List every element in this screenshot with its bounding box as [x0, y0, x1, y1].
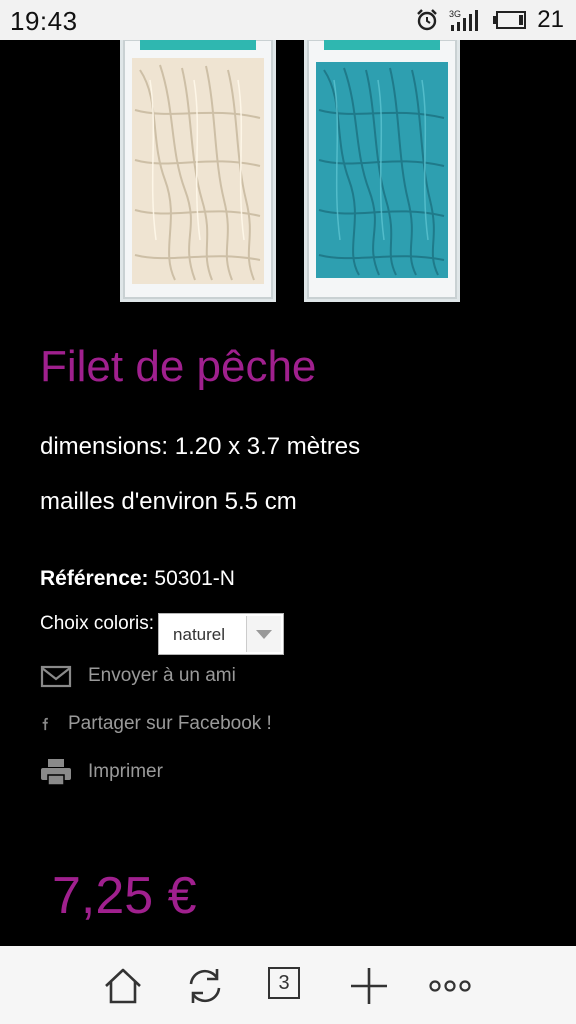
print-link[interactable]: Imprimer: [40, 758, 163, 786]
product-image-blue[interactable]: [304, 40, 460, 302]
add-icon[interactable]: [347, 964, 391, 1008]
chevron-down-icon: [256, 630, 273, 639]
product-dimensions: dimensions: 1.20 x 3.7 mètres: [40, 433, 361, 460]
share-facebook-link[interactable]: Partager sur Facebook !: [40, 710, 272, 738]
tabs-count: 3: [268, 967, 300, 999]
refresh-icon[interactable]: [183, 964, 227, 1008]
color-select-value: naturel: [173, 625, 226, 644]
reference-value: 50301-N: [154, 567, 235, 590]
color-select[interactable]: naturel: [158, 613, 285, 655]
product-image-area: [0, 40, 576, 320]
status-bar: 19:43 3G 21: [0, 0, 576, 40]
send-to-friend-link[interactable]: Envoyer à un ami: [40, 662, 236, 690]
product-mesh-size: mailles d'environ 5.5 cm: [40, 488, 297, 515]
signal-icon: 3G: [449, 9, 479, 31]
envelope-icon: [40, 665, 72, 688]
battery-icon: [493, 11, 527, 29]
reference-label: Référence:: [40, 567, 149, 590]
home-icon[interactable]: [101, 964, 145, 1008]
browser-bottom-bar: 3: [0, 946, 576, 1024]
product-price: 7,25 €: [52, 867, 197, 925]
alarm-icon: [417, 9, 438, 31]
more-icon[interactable]: [428, 964, 472, 1008]
product-reference: Référence: 50301-N: [40, 567, 235, 591]
product-title: Filet de pêche: [40, 342, 317, 391]
send-to-friend-label: Envoyer à un ami: [88, 665, 236, 686]
color-choice: Choix coloris: naturel: [40, 613, 285, 655]
printer-icon: [41, 759, 71, 786]
dropdown-arrow[interactable]: [246, 616, 282, 652]
print-label: Imprimer: [88, 761, 163, 782]
status-icons: 3G 21: [415, 6, 564, 34]
clock: 19:43: [10, 6, 78, 36]
facebook-icon: [42, 717, 48, 731]
tabs-button[interactable]: 3: [265, 964, 309, 1008]
share-facebook-label: Partager sur Facebook !: [68, 713, 272, 734]
product-image-natural[interactable]: [120, 40, 276, 302]
color-choice-label: Choix coloris:: [40, 613, 155, 634]
battery-level: 21: [537, 6, 564, 33]
network-type: 3G: [449, 9, 461, 19]
